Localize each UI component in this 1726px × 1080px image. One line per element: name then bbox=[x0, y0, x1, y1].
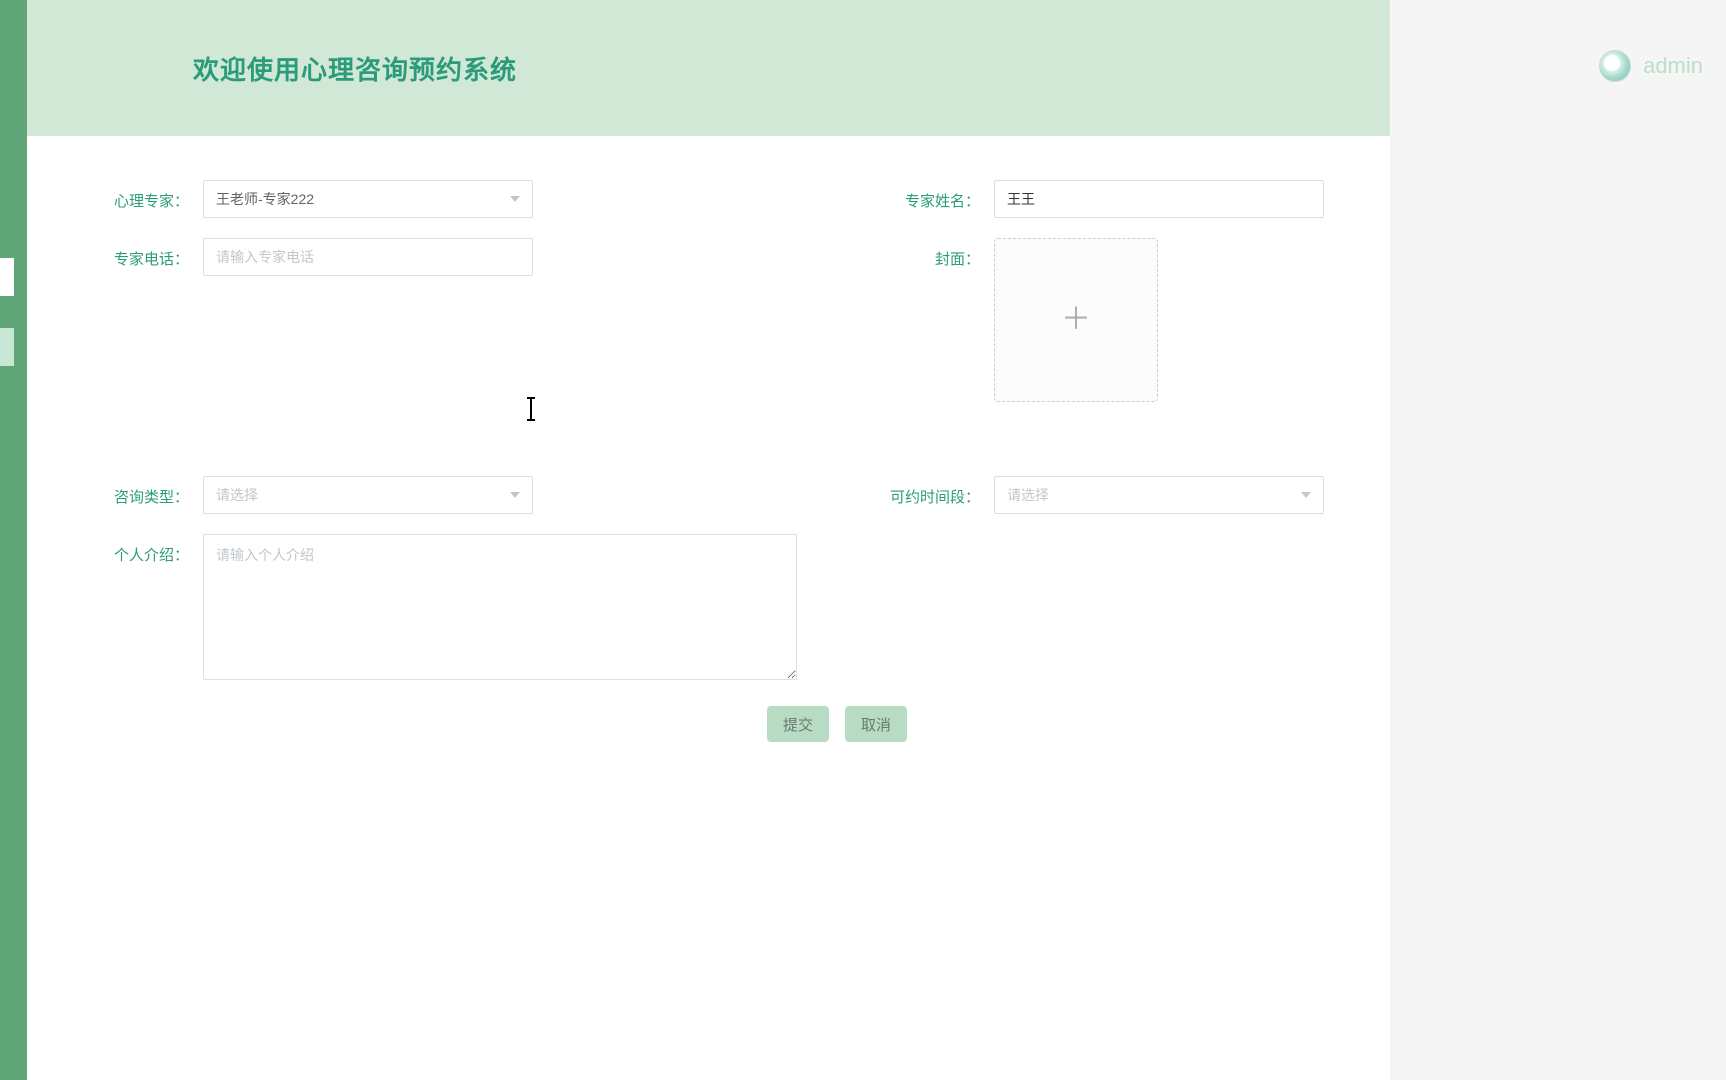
slot-select-placeholder: 请选择 bbox=[1007, 485, 1049, 505]
expert-label: 心理专家： bbox=[27, 180, 203, 211]
phone-input-wrapper bbox=[203, 238, 533, 276]
name-input-wrapper bbox=[994, 180, 1324, 218]
form-panel: 心理专家： 王老师-专家222 专家姓名： 专家电话： 封面： ＋ bbox=[27, 136, 1390, 1080]
name-label: 专家姓名： bbox=[818, 180, 994, 211]
plus-icon: ＋ bbox=[1061, 305, 1091, 335]
intro-label: 个人介绍： bbox=[27, 534, 203, 565]
phone-label: 专家电话： bbox=[27, 238, 203, 269]
sidebar-item-stub-active bbox=[0, 328, 14, 366]
type-select-placeholder: 请选择 bbox=[216, 485, 258, 505]
chevron-down-icon bbox=[1301, 492, 1311, 498]
phone-input[interactable] bbox=[216, 239, 520, 275]
cancel-button[interactable]: 取消 bbox=[845, 706, 907, 742]
expert-select[interactable]: 王老师-专家222 bbox=[203, 180, 533, 218]
name-input[interactable] bbox=[1007, 181, 1311, 217]
cover-upload[interactable]: ＋ bbox=[994, 238, 1158, 402]
chevron-down-icon bbox=[510, 196, 520, 202]
sidebar-collapsed bbox=[0, 0, 27, 1080]
header-bar: 欢迎使用心理咨询预约系统 bbox=[27, 0, 1390, 136]
expert-select-value: 王老师-专家222 bbox=[216, 189, 314, 209]
type-label: 咨询类型： bbox=[27, 442, 203, 507]
user-menu[interactable]: admin bbox=[1599, 50, 1703, 82]
avatar bbox=[1599, 50, 1631, 82]
username-label: admin bbox=[1643, 53, 1703, 79]
page-title: 欢迎使用心理咨询预约系统 bbox=[193, 50, 517, 87]
chevron-down-icon bbox=[510, 492, 520, 498]
intro-textarea[interactable] bbox=[203, 534, 797, 680]
sidebar-item-stub bbox=[0, 258, 14, 296]
cover-label: 封面： bbox=[818, 238, 994, 269]
submit-button[interactable]: 提交 bbox=[767, 706, 829, 742]
slot-label: 可约时间段： bbox=[818, 442, 994, 507]
button-row: 提交 取消 bbox=[27, 706, 1390, 742]
type-select[interactable]: 请选择 bbox=[203, 476, 533, 514]
slot-select[interactable]: 请选择 bbox=[994, 476, 1324, 514]
